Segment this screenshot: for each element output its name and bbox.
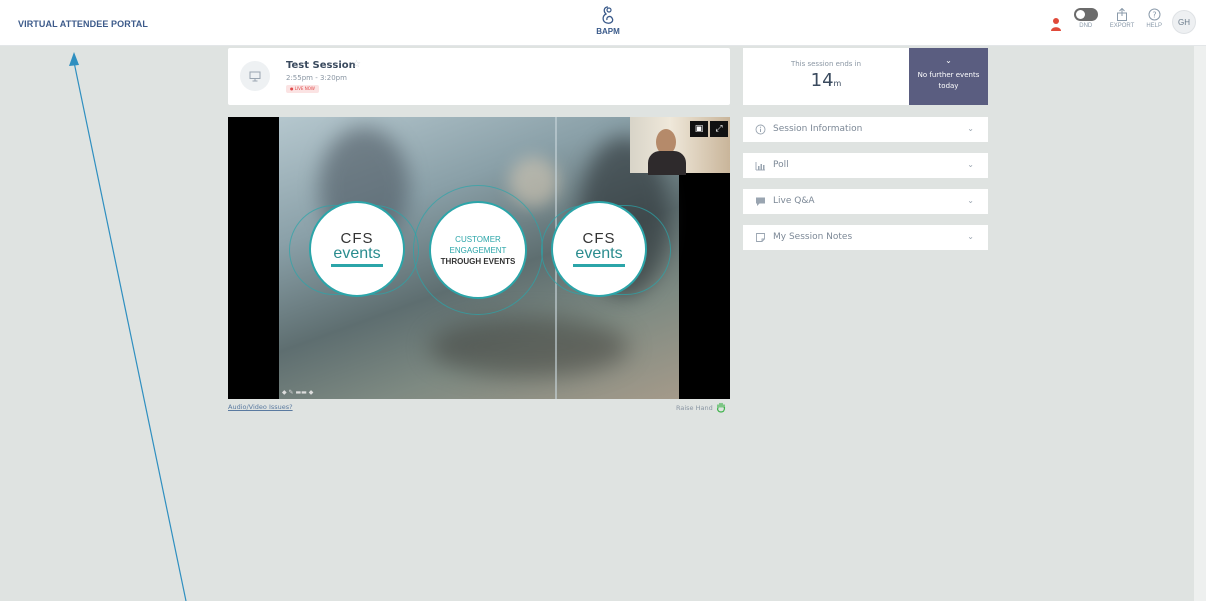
brand-name: BAPM: [596, 27, 620, 36]
logo-cfs-text: CFS: [340, 229, 374, 247]
no-further-events-text: No further events today: [917, 71, 980, 90]
export-label: EXPORT: [1109, 23, 1135, 29]
slide-controls[interactable]: ◆ ✎ ▬▬ ◆: [282, 389, 313, 396]
header-tools: DND EXPORT ? HELP GH: [1050, 8, 1196, 38]
chevron-down-icon[interactable]: ⌄: [967, 160, 974, 169]
favorite-star-icon[interactable]: ☆: [352, 59, 361, 70]
logo-events-text: events: [333, 244, 381, 262]
chevron-down-icon[interactable]: ⌄: [967, 196, 974, 205]
hand-icon: [716, 402, 725, 413]
accordion-live-qa[interactable]: Live Q&A ⌄: [743, 189, 988, 214]
accordion-label: Poll: [773, 160, 789, 170]
export-icon: [1117, 8, 1128, 21]
tagline-line-1: CUSTOMER: [455, 234, 501, 244]
brand-mark-icon: [602, 6, 614, 24]
chat-bubble-icon: [756, 197, 765, 206]
info-icon: [755, 124, 766, 135]
session-countdown: This session ends in 14m: [743, 48, 909, 105]
chevron-down-icon[interactable]: ⌄: [967, 124, 974, 133]
accordion-poll[interactable]: Poll ⌄: [743, 153, 988, 178]
svg-text:?: ?: [1152, 10, 1156, 19]
chevron-down-icon[interactable]: ⌄: [909, 56, 988, 65]
logo-cfs-text: CFS: [582, 229, 616, 247]
raise-hand-label: Raise Hand: [676, 403, 713, 412]
cfs-events-logo-right: CFS events: [551, 201, 647, 297]
audio-video-issues-link[interactable]: Audio/Video Issues?: [228, 403, 293, 411]
accordion-session-information[interactable]: Session Information ⌄: [743, 117, 988, 142]
accordion-label: Live Q&A: [773, 196, 815, 206]
user-avatar[interactable]: GH: [1172, 10, 1196, 34]
dnd-switch[interactable]: [1073, 8, 1098, 21]
dnd-toggle[interactable]: DND: [1073, 8, 1098, 29]
brand-logo[interactable]: BAPM: [592, 6, 624, 36]
video-player[interactable]: CFS events CUSTOMER ENGAGEMENT THROUGH E…: [228, 117, 730, 399]
picture-in-picture-icon[interactable]: ▣: [690, 121, 708, 137]
video-frame: CFS events CUSTOMER ENGAGEMENT THROUGH E…: [279, 117, 679, 399]
session-time: 2:55pm - 3:20pm: [286, 74, 347, 82]
next-events-panel[interactable]: ⌄ No further events today: [909, 48, 988, 105]
person-alert-icon[interactable]: [1050, 17, 1062, 33]
portal-title[interactable]: VIRTUAL ATTENDEE PORTAL: [18, 19, 148, 29]
help-icon: ?: [1148, 8, 1161, 21]
countdown-value: 14m: [743, 70, 909, 91]
help-button[interactable]: ? HELP: [1146, 8, 1162, 29]
tagline-line-2: ENGAGEMENT: [449, 245, 507, 255]
top-bar: VIRTUAL ATTENDEE PORTAL BAPM DND EXPORT: [0, 0, 1206, 46]
export-button[interactable]: EXPORT: [1109, 8, 1135, 29]
chevron-down-icon[interactable]: ⌄: [967, 232, 974, 241]
accordion-label: My Session Notes: [773, 232, 853, 242]
bar-chart-icon: [755, 162, 765, 171]
raise-hand-button[interactable]: Raise Hand: [676, 402, 726, 413]
cfs-events-logo-left: CFS events: [309, 201, 405, 297]
fullscreen-icon[interactable]: ⤢: [710, 121, 728, 137]
countdown-unit: m: [833, 79, 842, 88]
scrollbar-track[interactable]: [1194, 46, 1206, 601]
tagline-line-3: THROUGH EVENTS: [440, 256, 516, 266]
dnd-label: DND: [1079, 23, 1093, 29]
accordion-my-session-notes[interactable]: My Session Notes ⌄: [743, 225, 988, 250]
live-now-badge: ● LIVE NOW: [286, 85, 319, 93]
presentation-icon: [240, 61, 270, 91]
countdown-number: 14: [810, 70, 834, 91]
logo-events-text: events: [575, 244, 623, 262]
session-title: Test Session: [286, 60, 356, 71]
countdown-label: This session ends in: [790, 60, 862, 68]
customer-engagement-circle: CUSTOMER ENGAGEMENT THROUGH EVENTS: [429, 201, 527, 299]
notes-icon: [756, 233, 765, 242]
session-card: Test Session ☆ 2:55pm - 3:20pm ● LIVE NO…: [228, 48, 730, 105]
accordion-label: Session Information: [773, 124, 863, 134]
help-label: HELP: [1146, 23, 1162, 29]
